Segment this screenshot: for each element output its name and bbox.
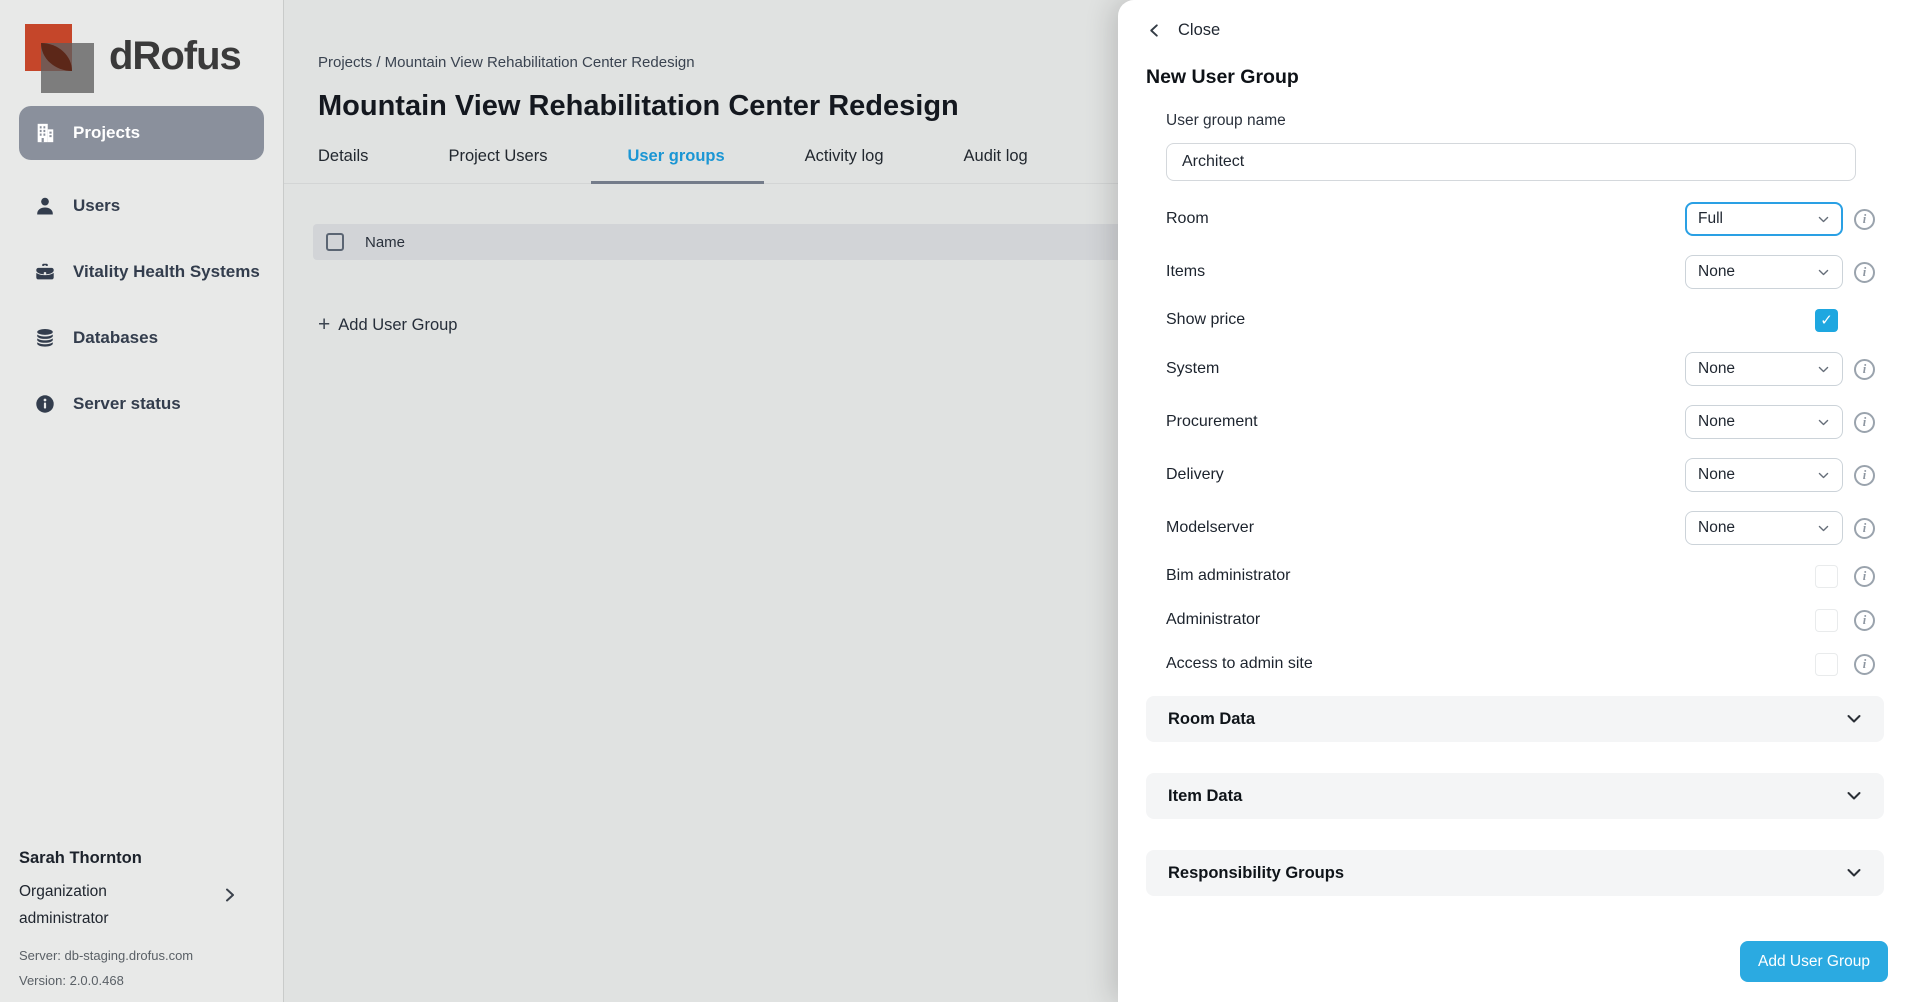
- server-info: Server: db-staging.drofus.com: [19, 948, 264, 963]
- bim-administrator-checkbox[interactable]: [1815, 565, 1838, 588]
- column-header-name: Name: [365, 234, 405, 251]
- chevron-down-icon: [1817, 416, 1830, 429]
- info-icon[interactable]: [1854, 359, 1875, 380]
- access-to-admin-site-checkbox[interactable]: [1815, 653, 1838, 676]
- tab-activity-log[interactable]: Activity log: [805, 145, 884, 183]
- add-user-group-label: Add User Group: [338, 316, 457, 335]
- info-icon[interactable]: [1854, 518, 1875, 539]
- chevron-down-icon: [1817, 469, 1830, 482]
- chevron-down-icon: [1817, 522, 1830, 535]
- chevron-down-icon: [1846, 865, 1862, 881]
- row-administrator: Administrator: [1166, 608, 1875, 632]
- chevron-left-icon: [1147, 23, 1162, 38]
- tab-details[interactable]: Details: [318, 145, 368, 183]
- sidebar-footer: Sarah Thornton Organization administrato…: [19, 849, 264, 988]
- chevron-right-icon: [222, 887, 238, 908]
- section-room-data[interactable]: Room Data: [1146, 696, 1884, 742]
- sidebar-item-label: Vitality Health Systems: [73, 261, 260, 284]
- sidebar-item-label: Projects: [73, 123, 140, 143]
- person-icon: [33, 194, 57, 218]
- row-system: System None: [1166, 352, 1875, 386]
- app-root: dRofus Projects Users Vitality Health Sy…: [0, 0, 1912, 1002]
- delivery-select[interactable]: None: [1685, 458, 1843, 492]
- sidebar-item-label: Users: [73, 195, 120, 218]
- tab-user-groups[interactable]: User groups: [627, 145, 724, 183]
- sidebar-item-users[interactable]: Users: [19, 186, 264, 226]
- sidebar-nav: Projects Users Vitality Health Systems D…: [19, 94, 264, 424]
- drawer-title: New User Group: [1146, 65, 1912, 89]
- database-icon: [33, 326, 57, 350]
- user-group-name-label: User group name: [1166, 111, 1864, 130]
- chevron-down-icon: [1846, 788, 1862, 804]
- row-bim-administrator: Bim administrator: [1166, 564, 1875, 588]
- app-logo: dRofus: [19, 18, 264, 94]
- user-group-name-input[interactable]: [1166, 143, 1856, 181]
- chevron-down-icon: [1817, 213, 1830, 226]
- row-room: Room Full: [1166, 202, 1875, 236]
- items-select[interactable]: None: [1685, 255, 1843, 289]
- close-label: Close: [1178, 21, 1220, 40]
- show-price-checkbox[interactable]: [1815, 309, 1838, 332]
- sidebar-item-projects[interactable]: Projects: [19, 106, 264, 160]
- sidebar: dRofus Projects Users Vitality Health Sy…: [0, 0, 284, 1002]
- user-name: Sarah Thornton: [19, 849, 264, 868]
- section-item-data[interactable]: Item Data: [1146, 773, 1884, 819]
- drofus-logo-icon: [19, 18, 95, 94]
- row-items: Items None: [1166, 255, 1875, 289]
- info-icon[interactable]: [1854, 654, 1875, 675]
- procurement-select[interactable]: None: [1685, 405, 1843, 439]
- close-button[interactable]: Close: [1118, 0, 1220, 40]
- info-icon[interactable]: [1854, 262, 1875, 283]
- row-delivery: Delivery None: [1166, 458, 1875, 492]
- new-user-group-drawer: Close New User Group User group name Roo…: [1118, 0, 1912, 1002]
- add-user-group-button[interactable]: Add User Group: [1740, 941, 1888, 982]
- info-icon[interactable]: [1854, 566, 1875, 587]
- tab-project-users[interactable]: Project Users: [448, 145, 547, 183]
- row-show-price: Show price: [1166, 308, 1875, 332]
- collapsible-sections: Room Data Item Data Responsibility Group…: [1146, 696, 1884, 896]
- sidebar-item-label: Server status: [73, 393, 181, 416]
- plus-icon: [318, 315, 330, 336]
- tab-audit-log[interactable]: Audit log: [964, 145, 1028, 183]
- row-access-to-admin-site: Access to admin site: [1166, 652, 1875, 676]
- modelserver-select[interactable]: None: [1685, 511, 1843, 545]
- info-icon[interactable]: [1854, 412, 1875, 433]
- building-icon: [33, 121, 57, 145]
- select-all-checkbox[interactable]: [326, 233, 344, 251]
- room-select[interactable]: Full: [1685, 202, 1843, 236]
- sidebar-item-server-status[interactable]: Server status: [19, 384, 264, 424]
- info-icon[interactable]: [1854, 465, 1875, 486]
- user-group-name-field: User group name: [1166, 111, 1864, 181]
- info-icon: [33, 392, 57, 416]
- info-icon[interactable]: [1854, 209, 1875, 230]
- sidebar-item-databases[interactable]: Databases: [19, 318, 264, 358]
- sidebar-item-vitality-health-systems[interactable]: Vitality Health Systems: [19, 252, 264, 292]
- row-procurement: Procurement None: [1166, 405, 1875, 439]
- briefcase-icon: [33, 260, 57, 284]
- permission-rows: Room Full Items None Show price: [1166, 202, 1875, 676]
- version-info: Version: 2.0.0.468: [19, 973, 264, 988]
- administrator-checkbox[interactable]: [1815, 609, 1838, 632]
- brand-name: dRofus: [109, 34, 241, 79]
- system-select[interactable]: None: [1685, 352, 1843, 386]
- chevron-down-icon: [1817, 266, 1830, 279]
- chevron-down-icon: [1817, 363, 1830, 376]
- user-role-row[interactable]: Organization administrator: [19, 879, 264, 932]
- section-responsibility-groups[interactable]: Responsibility Groups: [1146, 850, 1884, 896]
- user-role: Organization administrator: [19, 879, 189, 932]
- sidebar-item-label: Databases: [73, 327, 158, 350]
- add-user-group-link[interactable]: Add User Group: [318, 315, 458, 336]
- row-modelserver: Modelserver None: [1166, 511, 1875, 545]
- chevron-down-icon: [1846, 711, 1862, 727]
- info-icon[interactable]: [1854, 610, 1875, 631]
